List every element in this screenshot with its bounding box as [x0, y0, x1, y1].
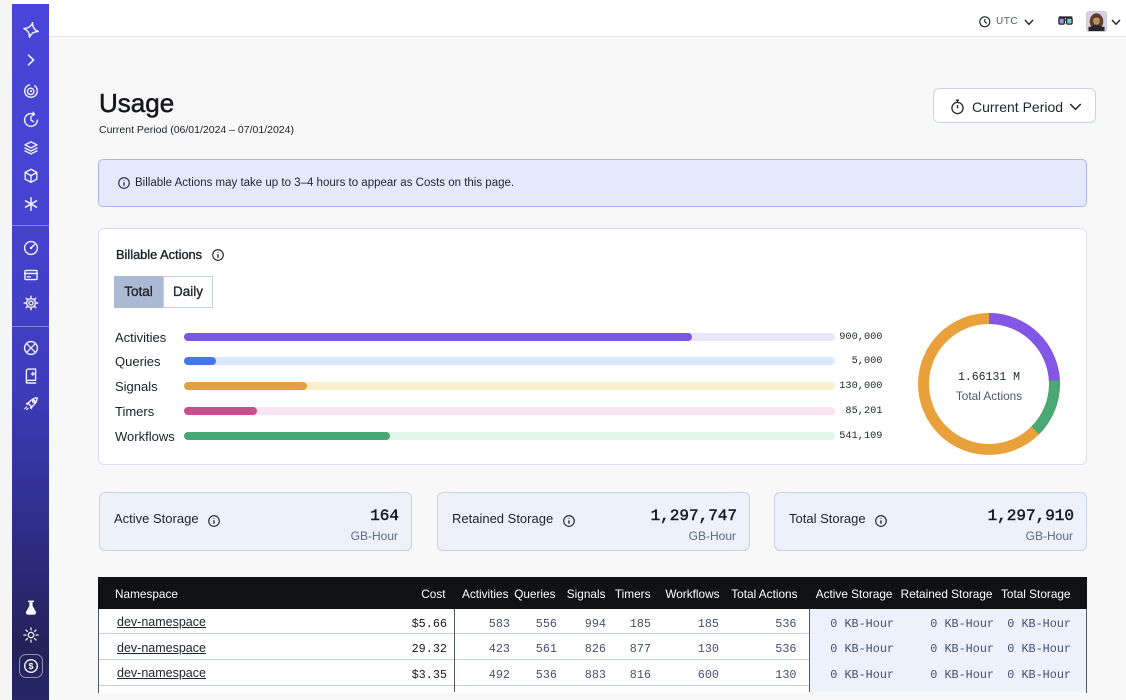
svg-text:$: $: [29, 661, 34, 671]
